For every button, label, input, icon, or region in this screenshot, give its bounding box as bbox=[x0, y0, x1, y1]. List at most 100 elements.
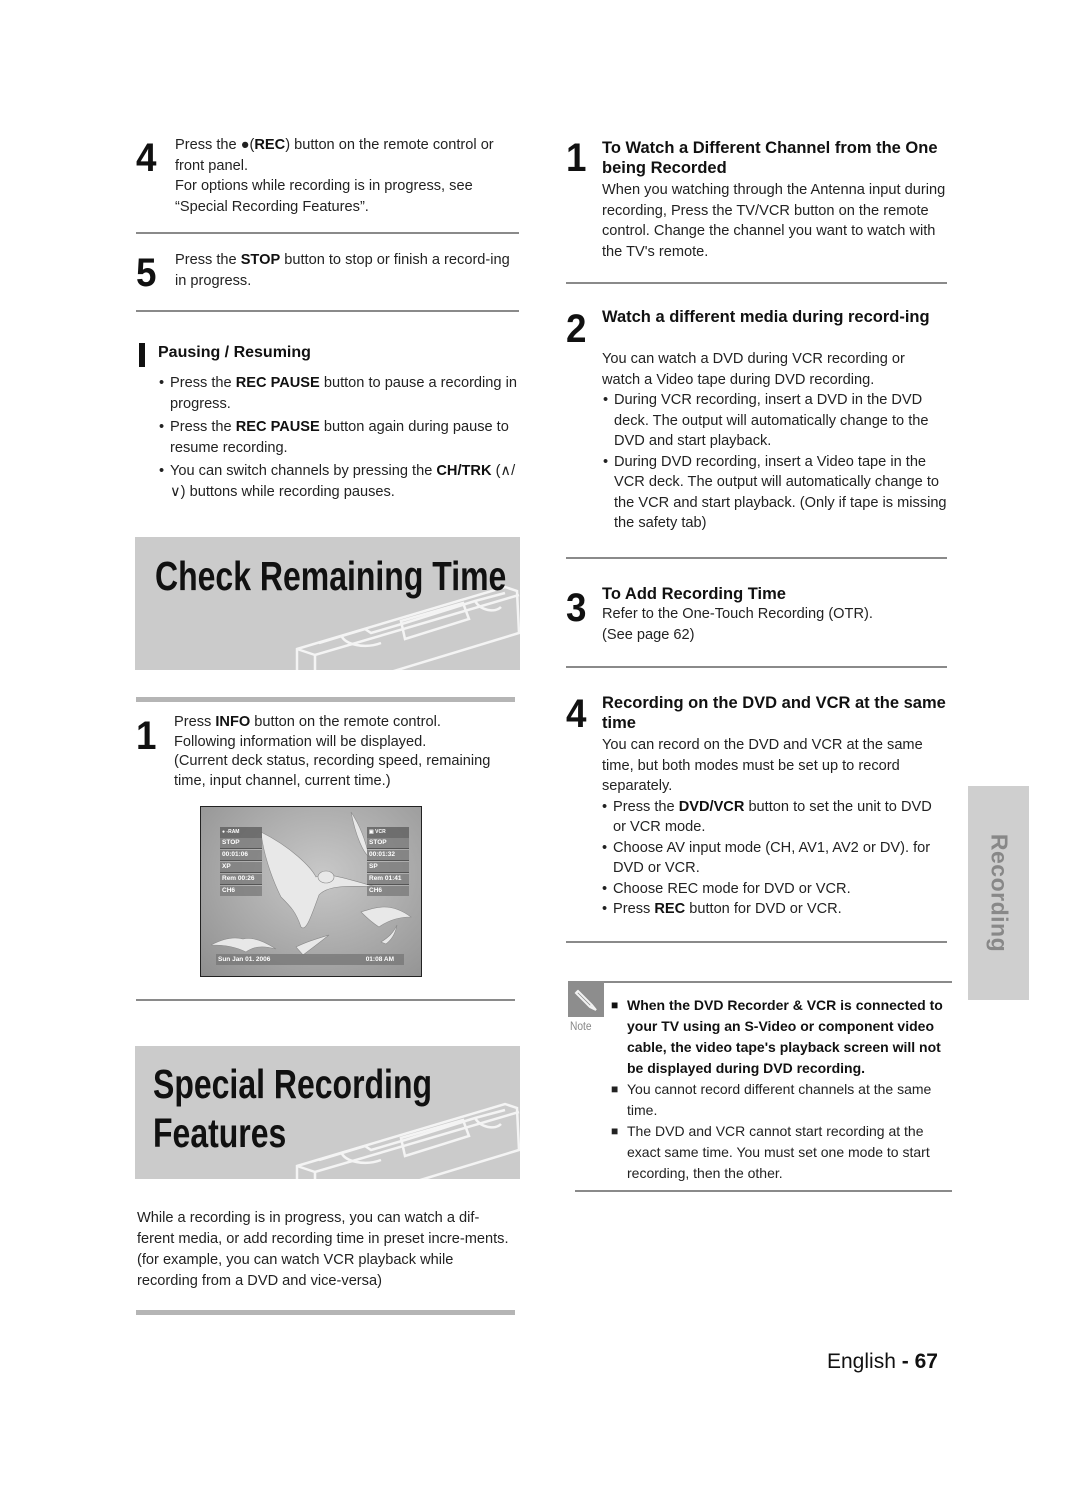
banner-title-line-1: Special Recording bbox=[153, 1061, 433, 1107]
osd-date: Sun Jan 01. 2006 bbox=[218, 956, 271, 963]
step-number: 1 bbox=[566, 136, 587, 180]
text: You can switch channels by pressing the bbox=[170, 463, 437, 479]
step-3-body: Refer to the One-Touch Recording (OTR). … bbox=[602, 604, 947, 645]
osd-date-bar: Sun Jan 01. 2006 01:08 AM bbox=[216, 954, 404, 965]
vcr-speed: SP bbox=[367, 862, 409, 873]
note-bottom-rule bbox=[575, 1190, 952, 1192]
note-items: When the DVD Recorder & VCR is connected… bbox=[611, 995, 946, 1184]
vcr-label: ▣ VCR bbox=[367, 827, 409, 838]
chapter-tab-recording: Recording bbox=[968, 786, 1029, 1000]
divider bbox=[136, 999, 515, 1001]
bullet-item: During DVD recording, insert a Video tap… bbox=[603, 452, 947, 534]
text: You can watch a DVD during VCR recording… bbox=[602, 351, 905, 388]
pausing-heading: Pausing / Resuming bbox=[158, 344, 311, 361]
see-page-reference: (See page 62) bbox=[602, 626, 695, 643]
page-footer: English - 67 bbox=[827, 1350, 938, 1374]
special-recording-features-banner: Special Recording Features bbox=[135, 1046, 520, 1179]
keyword: CH/TRK bbox=[436, 463, 492, 479]
text: Refer to the One-Touch Recording (OTR). bbox=[602, 606, 873, 622]
text: Press the bbox=[170, 375, 236, 391]
keyword: REC PAUSE bbox=[235, 419, 320, 435]
banner-title: Check Remaining Time bbox=[155, 553, 507, 599]
rec-keyword: REC bbox=[254, 137, 286, 153]
step-number: 1 bbox=[136, 714, 157, 758]
step-2-heading: Watch a different media during record-in… bbox=[602, 308, 930, 326]
bullet-item: Press the REC PAUSE button to pause a re… bbox=[159, 373, 521, 414]
divider bbox=[566, 666, 947, 668]
check-remaining-time-banner: Check Remaining Time bbox=[135, 537, 520, 670]
keyword: DVD/VCR bbox=[678, 798, 745, 815]
pausing-bullets: Press the REC PAUSE button to pause a re… bbox=[159, 373, 521, 502]
note-icon-box bbox=[568, 981, 604, 1017]
text: (Current deck status, recording speed, r… bbox=[174, 753, 491, 789]
step-2-body: You can watch a DVD during VCR recording… bbox=[602, 349, 947, 534]
bullet-item: During VCR recording, insert a DVD in th… bbox=[603, 390, 947, 452]
chapter-tab-label: Recording bbox=[986, 833, 1012, 953]
step-4-text: Press the ●(REC) button on the remote co… bbox=[175, 135, 520, 217]
check-step-1-text: Press INFO button on the remote control.… bbox=[174, 713, 519, 791]
step-1-body: When you watching through the Antenna in… bbox=[602, 182, 946, 260]
text: Press the bbox=[170, 419, 236, 435]
label: -RAM bbox=[226, 829, 240, 835]
divider bbox=[566, 557, 947, 559]
keyword: REC bbox=[654, 901, 686, 917]
divider bbox=[566, 941, 947, 943]
keyword: REC PAUSE bbox=[235, 375, 320, 391]
stop-keyword: STOP bbox=[240, 252, 281, 268]
footer-separator: - bbox=[895, 1350, 915, 1373]
note-item: The DVD and VCR cannot start recording a… bbox=[611, 1121, 946, 1184]
note-label: Note bbox=[570, 1019, 592, 1033]
text: Press the bbox=[175, 252, 241, 268]
label: VCR bbox=[375, 829, 386, 835]
bullet-item: Press the REC PAUSE button again during … bbox=[159, 417, 521, 458]
step-number: 5 bbox=[136, 251, 157, 295]
dvd-status: STOP bbox=[220, 838, 262, 849]
step-number: 4 bbox=[566, 692, 587, 736]
dvd-remaining: Rem 00:26 bbox=[220, 874, 262, 885]
text: Press bbox=[174, 714, 216, 730]
text: Following information will be displayed. bbox=[174, 733, 427, 750]
note-top-rule bbox=[575, 981, 952, 983]
vcr-icon: ▣ bbox=[369, 829, 374, 835]
step-number: 4 bbox=[136, 136, 157, 180]
divider bbox=[136, 232, 519, 234]
disc-icon: ● bbox=[222, 829, 226, 835]
note-item: You cannot record different channels at … bbox=[611, 1079, 946, 1121]
pencil-icon bbox=[574, 989, 597, 1011]
vcr-remaining: Rem 01:41 bbox=[367, 874, 409, 885]
step-4-note: For options while recording is in progre… bbox=[175, 178, 473, 215]
banner-title-line-2: Features bbox=[153, 1110, 287, 1156]
text: Choose AV input mode (CH, AV1, AV2 or DV… bbox=[613, 839, 931, 877]
divider bbox=[136, 1310, 515, 1315]
osd-clock: 01:08 AM bbox=[365, 956, 394, 963]
text: Press the bbox=[613, 798, 679, 815]
bullet-item: Choose AV input mode (CH, AV1, AV2 or DV… bbox=[602, 838, 947, 879]
step-5-text: Press the STOP button to stop or finish … bbox=[175, 250, 515, 291]
dvd-osd-panel: ● -RAM STOP 00:01:06 XP Rem 00:26 CH6 bbox=[220, 827, 262, 897]
vcr-status: STOP bbox=[367, 838, 409, 849]
step-1-heading: To Watch a Different Channel from the On… bbox=[602, 139, 938, 177]
step-4-body: You can record on the DVD and VCR at the… bbox=[602, 735, 947, 920]
divider bbox=[136, 697, 515, 702]
dvd-channel: CH6 bbox=[220, 886, 262, 896]
vcr-channel: CH6 bbox=[367, 886, 409, 896]
text: button on the remote control. bbox=[250, 714, 441, 730]
bullet-item: Press the DVD/VCR button to set the unit… bbox=[602, 797, 947, 838]
text: Press bbox=[613, 901, 655, 917]
info-display-screenshot: ● -RAM STOP 00:01:06 XP Rem 00:26 CH6 ▣ … bbox=[200, 806, 422, 977]
divider bbox=[566, 282, 947, 284]
text: button for DVD or VCR. bbox=[685, 901, 842, 917]
note-item: When the DVD Recorder & VCR is connected… bbox=[611, 995, 946, 1079]
bullet-item: You can switch channels by pressing the … bbox=[159, 461, 521, 502]
step-number: 2 bbox=[566, 307, 587, 351]
step-3-heading: To Add Recording Time bbox=[602, 585, 786, 603]
text: You can record on the DVD and VCR at the… bbox=[602, 737, 923, 794]
dvd-ram-label: ● -RAM bbox=[220, 827, 262, 838]
step-4-heading: Recording on the DVD and VCR at the same… bbox=[602, 694, 946, 732]
info-keyword: INFO bbox=[215, 714, 251, 730]
vcr-time: 00:01:32 bbox=[367, 850, 409, 861]
footer-language: English bbox=[827, 1350, 896, 1373]
page-number: 67 bbox=[914, 1350, 938, 1373]
dvd-speed: XP bbox=[220, 862, 262, 873]
special-recording-intro: While a recording is in progress, you ca… bbox=[137, 1210, 509, 1289]
